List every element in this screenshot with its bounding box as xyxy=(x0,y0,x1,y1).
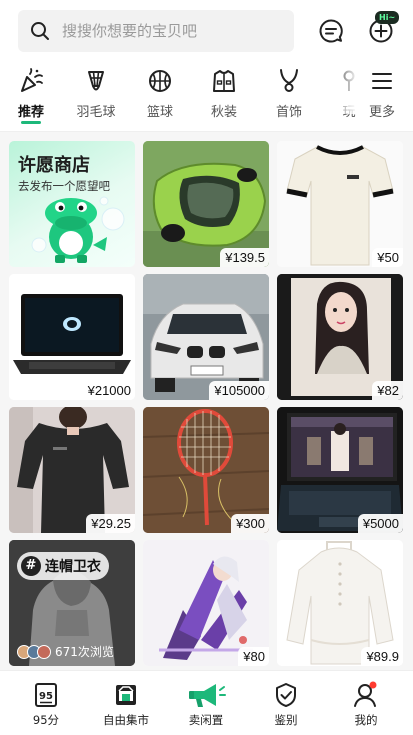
active-tab-underline xyxy=(21,121,41,124)
view-count-text: 671次浏览 xyxy=(55,645,114,659)
bottom-tab-bar: 95 95分 自由集市 卖闲置 鉴别 我的 xyxy=(0,670,413,734)
category-jewelry[interactable]: 首饰 xyxy=(258,66,320,128)
topic-card[interactable]: # 连帽卫衣 671次浏览 xyxy=(9,540,135,666)
product-card[interactable]: ¥80 xyxy=(143,540,269,666)
product-card[interactable]: ¥82 xyxy=(277,274,403,400)
avatar xyxy=(37,644,51,659)
product-card[interactable]: ¥89.9 xyxy=(277,540,403,666)
more-label: 更多 xyxy=(368,105,395,120)
message-icon[interactable] xyxy=(316,16,346,46)
wish-store-card[interactable]: 许愿商店 去发布一个愿望吧 xyxy=(9,141,135,267)
product-card[interactable]: ¥139.5 xyxy=(143,141,269,267)
svg-text:95: 95 xyxy=(39,691,53,702)
product-card[interactable]: ¥5000 xyxy=(277,407,403,533)
product-card[interactable]: ¥50 xyxy=(277,141,403,267)
price-tag: ¥300 xyxy=(231,514,269,533)
tab-me[interactable]: 我的 xyxy=(326,671,406,735)
megaphone-icon xyxy=(186,681,226,709)
top-bar: Hi~ xyxy=(0,0,413,62)
topic-tag[interactable]: # 连帽卫衣 xyxy=(17,552,109,580)
shuttlecock-icon xyxy=(81,66,111,96)
category-recommend[interactable]: 推荐 xyxy=(0,66,62,128)
market-icon xyxy=(112,681,140,709)
95-score-icon: 95 xyxy=(32,681,60,709)
price-tag: ¥50 xyxy=(372,248,403,267)
category-label: 篮球 xyxy=(146,105,173,120)
price-tag: ¥105000 xyxy=(209,381,269,400)
tab-label: 卖闲置 xyxy=(188,713,224,727)
more-categories-button[interactable]: 更多 xyxy=(356,66,408,128)
category-label: 首饰 xyxy=(275,105,302,120)
price-tag: ¥80 xyxy=(238,647,269,666)
price-tag: ¥21000 xyxy=(82,381,135,400)
product-card[interactable]: ¥29.25 xyxy=(9,407,135,533)
category-badminton[interactable]: 羽毛球 xyxy=(65,66,127,128)
basketball-icon xyxy=(145,66,175,96)
product-card[interactable]: ¥300 xyxy=(143,407,269,533)
menu-icon xyxy=(367,66,397,96)
topic-tag-label: 连帽卫衣 xyxy=(45,559,101,575)
category-label: 羽毛球 xyxy=(76,105,116,120)
price-tag: ¥89.9 xyxy=(361,647,403,666)
hi-badge: Hi~ xyxy=(375,11,400,24)
hashtag-icon: # xyxy=(21,556,41,576)
tab-95-score[interactable]: 95 95分 xyxy=(6,671,86,735)
category-basketball[interactable]: 篮球 xyxy=(129,66,191,128)
category-autumn-wear[interactable]: 秋装 xyxy=(193,66,255,128)
product-card[interactable]: ¥21000 xyxy=(9,274,135,400)
category-label: 推荐 xyxy=(17,105,44,120)
price-tag: ¥5000 xyxy=(357,514,403,533)
tab-sell-idle[interactable]: 卖闲置 xyxy=(166,671,246,735)
tab-authenticate[interactable]: 鉴别 xyxy=(246,671,326,735)
category-label: 秋装 xyxy=(210,105,237,120)
tab-free-market[interactable]: 自由集市 xyxy=(86,671,166,735)
party-popper-icon xyxy=(16,66,46,96)
shield-check-icon xyxy=(272,681,300,709)
jacket-icon xyxy=(209,66,239,96)
search-input[interactable] xyxy=(62,22,282,40)
tab-label: 95分 xyxy=(32,713,60,727)
notification-dot xyxy=(369,681,377,689)
price-tag: ¥139.5 xyxy=(220,248,269,267)
tab-label: 自由集市 xyxy=(103,713,149,727)
price-tag: ¥29.25 xyxy=(86,514,135,533)
search-bar[interactable] xyxy=(18,10,294,52)
product-card[interactable]: ¥105000 xyxy=(143,274,269,400)
profile-icon xyxy=(352,681,380,709)
view-count: 671次浏览 xyxy=(17,643,114,660)
product-feed: 许愿商店 去发布一个愿望吧 ¥139.5 ¥50 ¥21000 ¥105000 … xyxy=(0,132,413,670)
price-tag: ¥82 xyxy=(372,381,403,400)
fade-overlay xyxy=(328,66,358,114)
search-icon xyxy=(18,10,62,52)
mascot-illustration xyxy=(31,196,125,263)
tab-label: 我的 xyxy=(354,713,378,727)
necklace-icon xyxy=(274,66,304,96)
tab-label: 鉴别 xyxy=(274,713,298,727)
